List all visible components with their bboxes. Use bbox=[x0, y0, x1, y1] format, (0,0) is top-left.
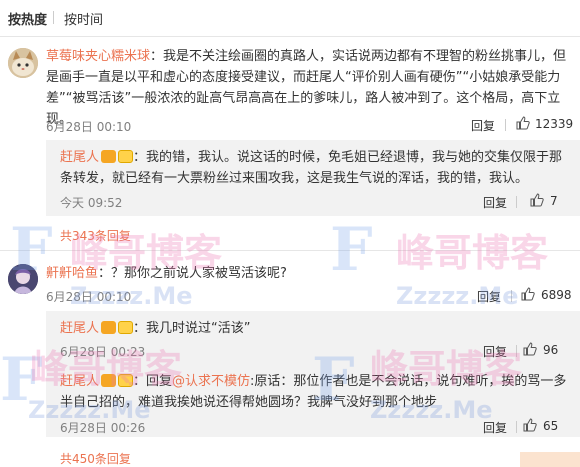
reply-body: ：我几时说过“活该” bbox=[133, 321, 251, 336]
sort-by-time-tab[interactable]: 按时间 bbox=[64, 9, 103, 28]
reply-button[interactable]: 回复 bbox=[483, 343, 507, 360]
reply-text: 赶尾人 ：回复@认求不模仿:原话：那位作者也是不会说话，说句难听，挨的骂一多半自己… bbox=[60, 371, 572, 413]
more-replies-link[interactable]: 共343条回复 bbox=[60, 227, 131, 244]
action-divider bbox=[516, 421, 517, 433]
avatar[interactable] bbox=[8, 264, 38, 294]
thumbs-up-icon[interactable] bbox=[521, 287, 535, 301]
thumbs-up-icon[interactable] bbox=[530, 193, 544, 207]
sort-bar: 按热度 按时间 bbox=[0, 0, 580, 37]
action-divider bbox=[516, 196, 517, 208]
fan-badge-icon bbox=[118, 374, 134, 387]
action-divider bbox=[516, 345, 517, 357]
reply-time: 6月28日 00:23 bbox=[60, 345, 146, 359]
cat-avatar-icon bbox=[8, 48, 38, 78]
reply-text: 赶尾人 ：我的错，我认。说这话的时候，免毛姐已经退博，我与她的交集仅限于那条转发，… bbox=[60, 147, 572, 189]
reply-button[interactable]: 回复 bbox=[477, 288, 501, 305]
mention-link[interactable]: @认求不模仿 bbox=[172, 374, 250, 389]
like-count: 7 bbox=[550, 194, 558, 208]
reply-time: 6月28日 00:26 bbox=[60, 421, 146, 435]
like-count: 12339 bbox=[535, 117, 574, 131]
corner-badge bbox=[520, 452, 580, 467]
sort-by-hot-tab[interactable]: 按热度 bbox=[8, 9, 47, 28]
vip-badge-icon bbox=[101, 374, 117, 387]
reply-button[interactable]: 回复 bbox=[483, 194, 507, 211]
more-replies-link[interactable]: 共450条回复 bbox=[60, 450, 131, 467]
comment-username[interactable]: 草莓味夹心糯米球 bbox=[46, 49, 150, 64]
action-divider bbox=[505, 119, 506, 131]
thumbs-up-icon[interactable] bbox=[523, 418, 537, 432]
fan-badge-icon bbox=[118, 321, 134, 334]
fan-badge-icon bbox=[118, 150, 134, 163]
comment-text: 鼾鼾哈鱼：？那你之前说人家被骂活该呢? bbox=[46, 263, 574, 284]
like-count: 96 bbox=[543, 343, 559, 357]
reply-button[interactable]: 回复 bbox=[483, 419, 507, 436]
reply-button[interactable]: 回复 bbox=[471, 117, 495, 134]
sort-divider bbox=[53, 11, 54, 24]
comment-divider bbox=[0, 250, 580, 251]
reply-time: 今天 09:52 bbox=[60, 196, 123, 210]
like-count: 65 bbox=[543, 419, 559, 433]
thumbs-up-icon[interactable] bbox=[516, 116, 530, 130]
vip-badge-icon bbox=[101, 150, 117, 163]
reply-prefix: ：回复 bbox=[133, 374, 173, 389]
reply-username[interactable]: 赶尾人 bbox=[60, 374, 99, 389]
thumbs-up-icon[interactable] bbox=[523, 342, 537, 356]
reply-body: ：我的错，我认。说这话的时候，免毛姐已经退博，我与她的交集仅限于那条转发，就已经… bbox=[60, 150, 563, 186]
character-avatar-icon bbox=[8, 264, 38, 294]
reply-username[interactable]: 赶尾人 bbox=[60, 150, 99, 165]
action-divider bbox=[511, 290, 512, 302]
comment-username[interactable]: 鼾鼾哈鱼 bbox=[46, 266, 98, 281]
comment-time: 6月28日 00:10 bbox=[46, 290, 132, 304]
comment-body: ：？那你之前说人家被骂活该呢? bbox=[98, 266, 287, 281]
watermark-letter: F bbox=[0, 345, 43, 415]
comment-time: 6月28日 00:10 bbox=[46, 120, 132, 134]
like-count: 6898 bbox=[541, 288, 572, 302]
vip-badge-icon bbox=[101, 321, 117, 334]
reply-username[interactable]: 赶尾人 bbox=[60, 321, 99, 336]
avatar[interactable] bbox=[8, 48, 38, 78]
reply-text: 赶尾人 ：我几时说过“活该” bbox=[60, 318, 572, 339]
